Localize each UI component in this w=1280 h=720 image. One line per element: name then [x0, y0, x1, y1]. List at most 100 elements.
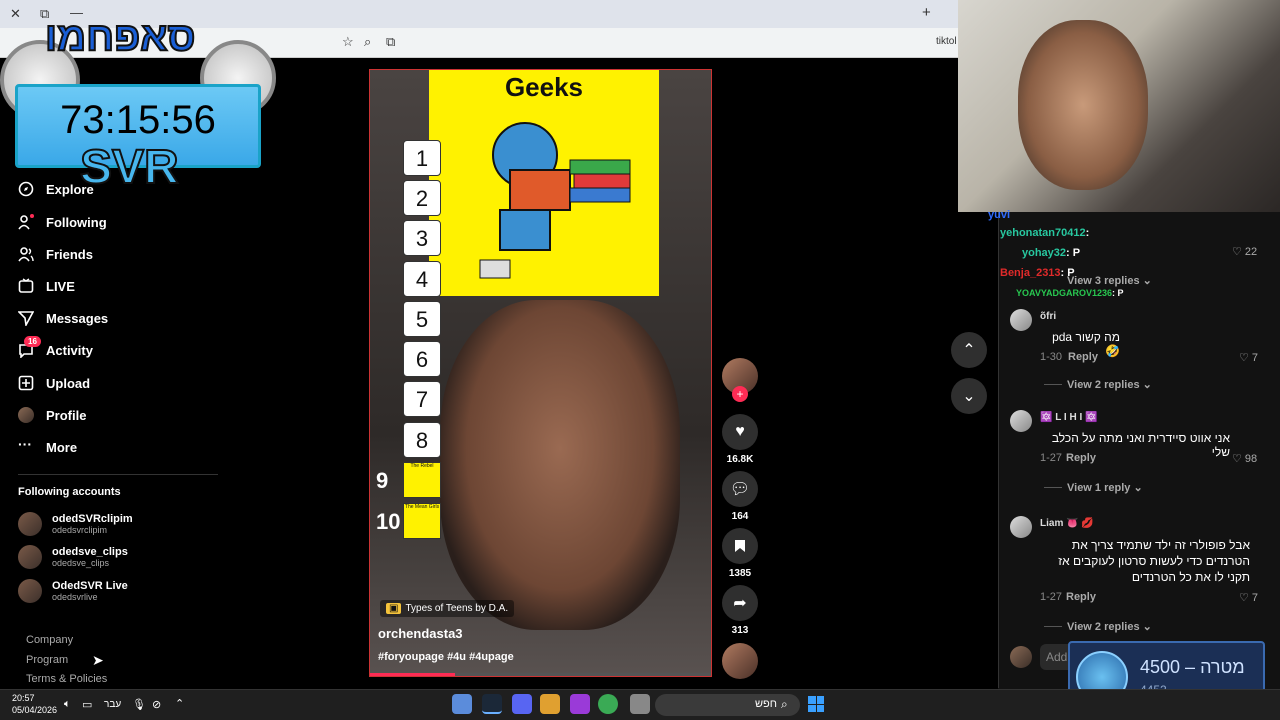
taskbar-app-icon[interactable] — [540, 694, 560, 714]
windows-start-icon[interactable] — [808, 696, 824, 712]
nav-activity[interactable]: 16 Activity — [18, 336, 93, 362]
activity-badge: 16 — [24, 336, 41, 347]
taskbar-app-icon[interactable] — [630, 694, 650, 714]
thumb-label: The Mean Girls — [404, 504, 440, 510]
new-tab-icon[interactable]: + — [922, 4, 931, 21]
comment-author[interactable]: õfri — [1040, 311, 1056, 322]
heart-icon: ♥ — [722, 414, 758, 450]
share-button[interactable]: ➦ 313 — [722, 585, 758, 636]
account-item[interactable]: odedsve_clips odedsve_clips — [18, 545, 128, 569]
effect-icon: ▣ — [386, 603, 402, 614]
like-button[interactable]: ♥ 16.8K — [722, 414, 758, 465]
comment-like[interactable]: ♡ 7 — [1239, 351, 1258, 364]
footer-company-link[interactable]: Company — [26, 634, 73, 646]
account-handle: odedsve_clips — [52, 558, 110, 568]
nav-following-label: Following — [46, 214, 107, 230]
taskbar-search[interactable]: חפש ⌕ — [655, 694, 800, 716]
send-icon — [17, 310, 35, 328]
rank-number: 9 — [376, 468, 389, 493]
reply-button[interactable]: Reply — [1066, 591, 1096, 603]
comment-count: 164 — [731, 511, 749, 522]
discord-icon[interactable] — [512, 694, 532, 714]
nav-more[interactable]: ··· More — [18, 435, 77, 459]
mouse-cursor-icon: ➤ — [92, 652, 104, 668]
nav-friends[interactable]: Friends — [18, 242, 93, 266]
comment-like[interactable]: ♡ 98 — [1232, 452, 1257, 465]
reply-button[interactable]: Reply — [1066, 452, 1096, 464]
nav-profile[interactable]: Profile — [18, 403, 86, 427]
comment-author[interactable]: 🔯 L I H I 🔯 — [1040, 412, 1098, 423]
avatar — [1010, 646, 1032, 668]
chat-text: : P — [1112, 288, 1124, 298]
obs-icon[interactable] — [570, 694, 590, 714]
avatar[interactable] — [1010, 410, 1032, 432]
reply-button[interactable]: Reply — [1068, 351, 1098, 363]
close-tab-icon[interactable]: ✕ — [10, 6, 21, 22]
nav-more-label: More — [46, 439, 78, 455]
geek-cartoon-icon — [479, 122, 631, 279]
view-replies[interactable]: View 2 replies ⌄ — [1067, 620, 1152, 633]
avatar[interactable] — [1010, 309, 1032, 331]
mute-icon[interactable]: ⊘ — [152, 698, 161, 711]
sound-disc[interactable] — [722, 643, 758, 679]
search-lens-icon[interactable]: ⌕ — [364, 34, 371, 50]
comment-author[interactable]: Liam 👅 💋 — [1040, 518, 1094, 529]
view-replies[interactable]: View 2 replies ⌄ — [1067, 378, 1152, 391]
taskbar-app-icon[interactable] — [452, 694, 472, 714]
chat-text: : — [1085, 227, 1090, 239]
nav-divider — [18, 474, 218, 475]
chat-user: YOAVYADGAROV1236 — [1016, 288, 1113, 298]
video-effect-tag[interactable]: ▣ Types of Teens by D.A. — [380, 600, 515, 617]
avatar — [18, 579, 42, 603]
like-count: 98 — [1244, 453, 1258, 465]
music-disc-icon — [722, 643, 758, 679]
view-replies[interactable]: View 1 reply ⌄ — [1067, 481, 1143, 494]
view-replies[interactable]: View 3 replies ⌄ — [1067, 274, 1152, 287]
save-button[interactable]: 1385 — [722, 528, 758, 579]
star-icon[interactable]: ☆ — [342, 34, 354, 50]
account-name: OdedSVR Live — [52, 580, 128, 592]
following-accounts-title: Following accounts — [18, 486, 121, 498]
nav-messages[interactable]: Messages — [17, 306, 108, 330]
streamer-figure — [1018, 20, 1148, 190]
url-text[interactable]: tiktol — [936, 36, 957, 47]
video-person — [440, 300, 680, 630]
like-count: 16.8K — [726, 454, 754, 465]
microphone-icon[interactable]: 🎙︎ — [132, 698, 146, 711]
comment-like[interactable]: ♡ 7 — [1239, 591, 1258, 604]
account-item[interactable]: OdedSVR Live odedsvrlive — [18, 579, 128, 603]
taskbar-date: 05/04/2026 — [12, 705, 58, 715]
account-item[interactable]: odedSVRclipim odedsvrclipim — [18, 512, 133, 536]
follow-plus-icon[interactable]: + — [732, 386, 748, 402]
creator-avatar[interactable]: + — [722, 358, 758, 402]
rank-slot: 1 — [403, 140, 441, 176]
speaker-icon[interactable]: 🔈︎ — [64, 698, 71, 711]
language-indicator[interactable]: עבר — [104, 699, 121, 710]
video-username[interactable]: orchendasta3 — [378, 626, 463, 641]
comment-date: 1-27 — [1040, 452, 1063, 464]
nav-live[interactable]: LIVE — [18, 274, 75, 298]
chrome-icon[interactable] — [598, 694, 618, 714]
chat-line: Benja_2313: P — [1000, 267, 1075, 279]
nav-explore[interactable]: Explore — [18, 177, 94, 201]
next-video-button[interactable]: ⌄ — [951, 378, 987, 414]
tray-chevron-up-icon[interactable]: ⌃ — [175, 697, 184, 710]
screenshot-icon[interactable]: ⧉ — [386, 34, 395, 50]
comment-like[interactable]: ♡ 22 — [1232, 245, 1257, 258]
network-icon[interactable]: ▭ — [82, 698, 92, 711]
video-effect-label: Types of Teens by D.A. — [405, 603, 509, 614]
footer-terms-link[interactable]: Terms & Policies — [26, 673, 107, 685]
rank-slot: 2 — [403, 180, 441, 216]
previous-video-button[interactable]: ⌃ — [951, 332, 987, 368]
live-icon — [18, 278, 34, 294]
footer-program-link[interactable]: Program — [26, 654, 68, 666]
comment-button[interactable]: 💬︎ 164 — [722, 471, 758, 522]
comment-date: 1-30 — [1040, 351, 1063, 363]
avatar[interactable] — [1010, 516, 1032, 538]
nav-upload[interactable]: Upload — [18, 371, 90, 395]
search-label: חפש — [755, 698, 777, 710]
account-handle: odedsvrclipim — [52, 525, 108, 535]
video-hashtags[interactable]: #foryoupage #4u #4upage — [378, 651, 514, 663]
steam-icon[interactable] — [482, 694, 502, 714]
nav-following[interactable]: Following — [18, 210, 107, 234]
